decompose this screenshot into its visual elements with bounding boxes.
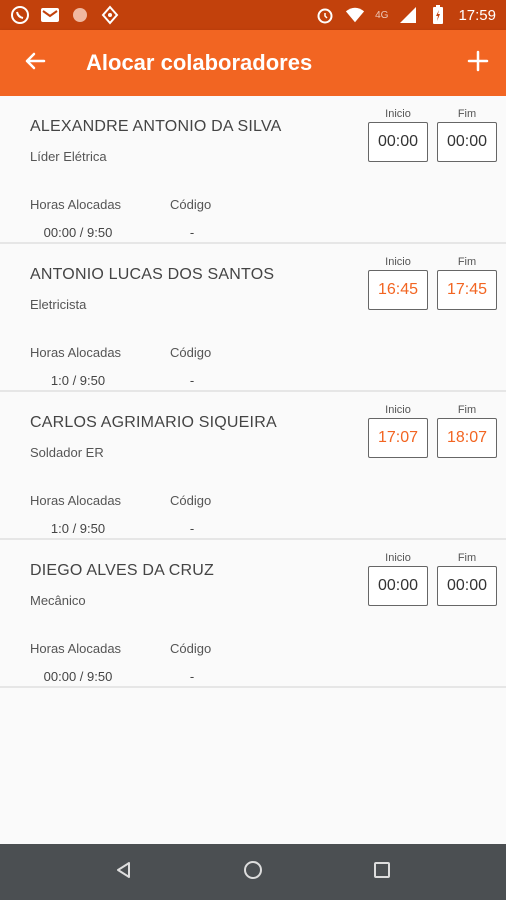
whatsapp-icon xyxy=(10,5,30,25)
status-bar: 4G 17:59 xyxy=(0,0,506,30)
start-time-field[interactable]: 00:00 xyxy=(368,122,428,162)
alarm-icon xyxy=(315,5,335,25)
gmail-icon xyxy=(40,5,60,25)
network-type: 4G xyxy=(375,9,389,21)
battery-icon xyxy=(428,5,448,25)
employee-name: ALEXANDRE ANTONIO DA SILVA xyxy=(30,118,282,135)
location-icon xyxy=(100,5,120,25)
app-icon xyxy=(70,5,90,25)
app-bar: Alocar colaboradores xyxy=(0,30,506,96)
employee-card[interactable]: ANTONIO LUCAS DOS SANTOS Eletricista Ini… xyxy=(0,244,506,392)
end-label: Fim xyxy=(457,256,477,268)
code-value: - xyxy=(189,521,195,536)
nav-back-button[interactable] xyxy=(99,847,149,897)
nav-home-button[interactable] xyxy=(228,847,278,897)
employee-card[interactable]: DIEGO ALVES DA CRUZ Mecânico Inicio Fim … xyxy=(0,540,506,688)
start-label: Inicio xyxy=(385,256,411,268)
wifi-icon xyxy=(345,5,365,25)
employee-name: DIEGO ALVES DA CRUZ xyxy=(30,562,214,579)
start-label: Inicio xyxy=(385,552,411,564)
employee-role: Mecânico xyxy=(30,593,86,608)
end-time-field[interactable]: 00:00 xyxy=(437,122,497,162)
code-label: Código xyxy=(170,197,212,212)
employee-role: Eletricista xyxy=(30,297,87,312)
page-title: Alocar colaboradores xyxy=(86,50,313,75)
back-button[interactable] xyxy=(0,30,70,96)
arrow-back-icon xyxy=(24,50,46,77)
start-time-field[interactable]: 17:07 xyxy=(368,418,428,458)
plus-icon xyxy=(467,50,489,77)
end-label: Fim xyxy=(457,552,477,564)
code-value: - xyxy=(189,373,195,388)
hours-label: Horas Alocadas xyxy=(30,197,122,212)
home-circle-icon xyxy=(242,859,264,886)
employee-name: CARLOS AGRIMARIO SIQUEIRA xyxy=(30,414,277,431)
add-button[interactable] xyxy=(450,30,506,96)
code-label: Código xyxy=(170,641,212,656)
nav-recents-button[interactable] xyxy=(357,847,407,897)
hours-label: Horas Alocadas xyxy=(30,641,122,656)
hours-value: 1:0 / 9:50 xyxy=(50,373,106,388)
back-triangle-icon xyxy=(114,860,134,885)
employee-name: ANTONIO LUCAS DOS SANTOS xyxy=(30,266,275,283)
employee-card[interactable]: ALEXANDRE ANTONIO DA SILVA Líder Elétric… xyxy=(0,96,506,244)
employee-card[interactable]: CARLOS AGRIMARIO SIQUEIRA Soldador ER In… xyxy=(0,392,506,540)
code-label: Código xyxy=(170,345,212,360)
start-time-field[interactable]: 00:00 xyxy=(368,566,428,606)
hours-label: Horas Alocadas xyxy=(30,345,122,360)
hours-value: 1:0 / 9:50 xyxy=(50,521,106,536)
code-value: - xyxy=(189,669,195,684)
recents-square-icon xyxy=(372,860,392,885)
hours-value: 00:00 / 9:50 xyxy=(43,669,113,684)
employee-list: ALEXANDRE ANTONIO DA SILVA Líder Elétric… xyxy=(0,96,506,688)
start-label: Inicio xyxy=(385,404,411,416)
navigation-bar xyxy=(0,844,506,900)
end-label: Fim xyxy=(457,404,477,416)
end-label: Fim xyxy=(457,108,477,120)
clock: 17:59 xyxy=(458,6,496,24)
end-time-field[interactable]: 17:45 xyxy=(437,270,497,310)
end-time-field[interactable]: 18:07 xyxy=(437,418,497,458)
employee-role: Líder Elétrica xyxy=(30,149,107,164)
start-time-field[interactable]: 16:45 xyxy=(368,270,428,310)
start-label: Inicio xyxy=(385,108,411,120)
hours-label: Horas Alocadas xyxy=(30,493,122,508)
code-value: - xyxy=(189,225,195,240)
employee-role: Soldador ER xyxy=(30,445,104,460)
hours-value: 00:00 / 9:50 xyxy=(43,225,113,240)
end-time-field[interactable]: 00:00 xyxy=(437,566,497,606)
code-label: Código xyxy=(170,493,212,508)
signal-icon xyxy=(398,5,418,25)
